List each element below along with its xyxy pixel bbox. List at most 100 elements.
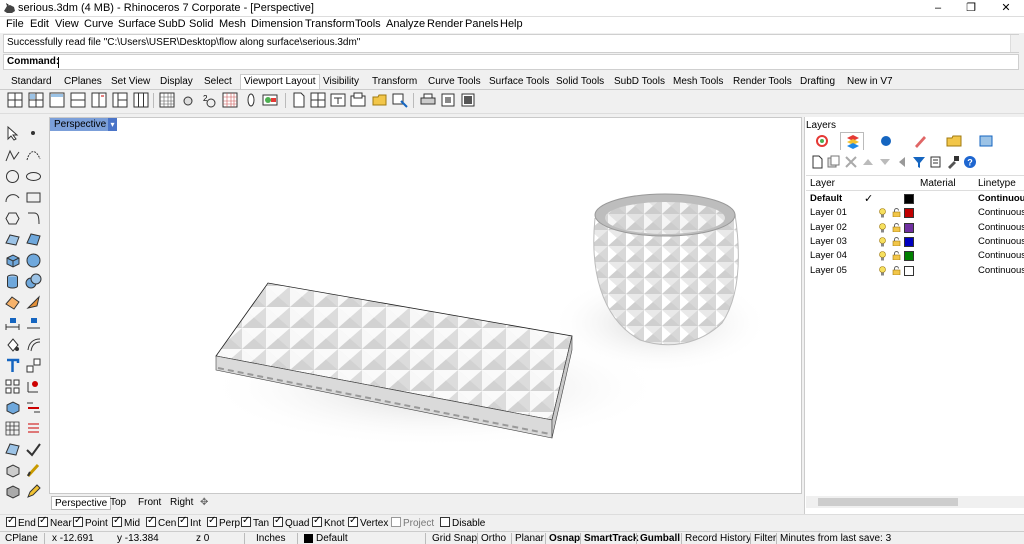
tab-standard[interactable]: Standard (8, 75, 55, 90)
grid-options-icon[interactable] (222, 92, 238, 108)
osnap-checkbox[interactable] (348, 515, 358, 527)
tab-visibility[interactable]: Visibility (320, 75, 362, 90)
page-setup-icon[interactable] (440, 92, 456, 108)
column-layer[interactable]: Layer (810, 178, 835, 189)
layer-tools-icon[interactable] (929, 155, 943, 169)
lock-icon[interactable] (892, 251, 901, 261)
three-viewports-icon[interactable] (112, 92, 128, 108)
status-toggle-record-history[interactable]: Record History (685, 533, 751, 544)
offset-icon[interactable] (25, 336, 42, 353)
dimension-icon[interactable] (4, 315, 21, 332)
visibility-lightbulb-icon[interactable] (879, 237, 886, 247)
tab-cplanes[interactable]: CPlanes (61, 75, 105, 90)
layer-row[interactable]: Layer 03 Continuous (806, 235, 1024, 249)
layout-tile-icon[interactable] (350, 92, 366, 108)
osnap-checkbox[interactable] (207, 515, 217, 527)
move-layer-up-icon[interactable] (861, 155, 875, 169)
leader-icon[interactable] (25, 315, 42, 332)
detail-icon[interactable] (330, 92, 346, 108)
layer-color-swatch[interactable] (904, 236, 914, 247)
menu-edit[interactable]: Edit (30, 18, 49, 30)
single-viewport-icon[interactable] (7, 92, 23, 108)
render-icon[interactable] (25, 294, 42, 311)
menu-tools[interactable]: Tools (355, 18, 381, 30)
osnap-checkbox[interactable] (112, 515, 122, 527)
status-toggle-filter[interactable]: Filter (754, 533, 776, 544)
layer-color-swatch[interactable] (904, 194, 914, 204)
move-layer-parent-icon[interactable] (895, 155, 909, 169)
layer-row[interactable]: Layer 04 Continuous (806, 249, 1024, 263)
split-horizontal-icon[interactable] (70, 92, 86, 108)
column-linetype[interactable]: Linetype (978, 178, 1016, 189)
help-icon[interactable]: ? (963, 155, 977, 169)
menu-dimension[interactable]: Dimension (251, 18, 303, 30)
osnap-vertex[interactable]: Vertex (348, 515, 388, 529)
viewport-menu-chevron-icon[interactable]: ▾ (108, 118, 117, 131)
status-layer[interactable]: Default (316, 533, 348, 544)
osnap-checkbox[interactable] (38, 515, 48, 527)
maximize-button[interactable]: ❐ (955, 0, 987, 17)
tab-drafting[interactable]: Drafting (797, 75, 838, 90)
layer-color-swatch[interactable] (904, 251, 914, 262)
new-layout-icon[interactable] (291, 92, 307, 108)
layer-color-swatch[interactable] (904, 222, 914, 233)
osnap-checkbox[interactable] (312, 515, 322, 527)
boolean-union-icon[interactable] (25, 273, 42, 290)
grid-icon[interactable] (159, 92, 175, 108)
lock-icon[interactable] (892, 208, 901, 218)
panel-horizontal-scrollbar[interactable] (806, 496, 1024, 508)
display-mode-icon[interactable] (262, 92, 278, 108)
current-layer-check-icon[interactable]: ✓ (864, 192, 873, 205)
loft-icon[interactable] (25, 231, 42, 248)
visibility-lightbulb-icon[interactable] (879, 251, 886, 261)
grid-array-icon[interactable] (4, 420, 21, 437)
osnap-end[interactable]: End (6, 515, 36, 529)
display-tab-icon[interactable] (974, 132, 998, 150)
zoom-icon[interactable] (243, 92, 259, 108)
polyline-icon[interactable] (4, 147, 21, 164)
viewport-grid-icon[interactable] (133, 92, 149, 108)
box-edit-icon[interactable] (4, 399, 21, 416)
move-icon[interactable] (25, 357, 42, 374)
four-viewports-icon[interactable] (28, 92, 44, 108)
named-views-icon[interactable]: 2 (201, 92, 217, 108)
visibility-lightbulb-icon[interactable] (879, 222, 886, 233)
print-preview-icon[interactable] (460, 92, 476, 108)
tab-perspective[interactable]: Perspective (51, 496, 112, 510)
cylinder-icon[interactable] (4, 273, 21, 290)
circle-icon[interactable] (4, 168, 21, 185)
tab-render-tools[interactable]: Render Tools (730, 75, 795, 90)
menu-mesh[interactable]: Mesh (219, 18, 246, 30)
layer-color-swatch[interactable] (904, 265, 914, 276)
tab-set-view[interactable]: Set View (108, 75, 153, 90)
rectangle-icon[interactable] (25, 189, 42, 206)
menu-help[interactable]: Help (500, 18, 523, 30)
lock-icon[interactable] (892, 265, 901, 275)
tab-subd-tools[interactable]: SubD Tools (611, 75, 668, 90)
minimize-button[interactable]: – (922, 0, 954, 17)
menu-view[interactable]: View (55, 18, 79, 30)
osnap-project[interactable]: Project (391, 517, 434, 529)
distance-icon[interactable] (25, 420, 42, 437)
tab-surface-tools[interactable]: Surface Tools (486, 75, 552, 90)
filter-icon[interactable] (912, 155, 926, 169)
column-material[interactable]: Material (920, 178, 956, 189)
tab-mesh-tools[interactable]: Mesh Tools (670, 75, 726, 90)
fillet-curve-icon[interactable] (25, 210, 42, 227)
tab-display[interactable]: Display (157, 75, 196, 90)
status-units[interactable]: Inches (256, 533, 285, 544)
osnap-checkbox[interactable] (146, 515, 156, 527)
menu-file[interactable]: File (6, 18, 24, 30)
menu-surface[interactable]: Surface (118, 18, 156, 30)
status-toggle-grid-snap[interactable]: Grid Snap (432, 533, 477, 544)
array-icon[interactable] (4, 378, 21, 395)
osnap-disable[interactable]: Disable (440, 517, 485, 529)
osnap-quad[interactable]: Quad (273, 515, 309, 529)
osnap-mid[interactable]: Mid (112, 515, 140, 529)
surface-from-points-icon[interactable] (4, 231, 21, 248)
menu-render[interactable]: Render (427, 18, 463, 30)
status-cplane[interactable]: CPlane (5, 533, 38, 544)
arc-icon[interactable] (4, 189, 21, 206)
menu-panels[interactable]: Panels (465, 18, 499, 30)
osnap-int[interactable]: Int (178, 515, 201, 529)
